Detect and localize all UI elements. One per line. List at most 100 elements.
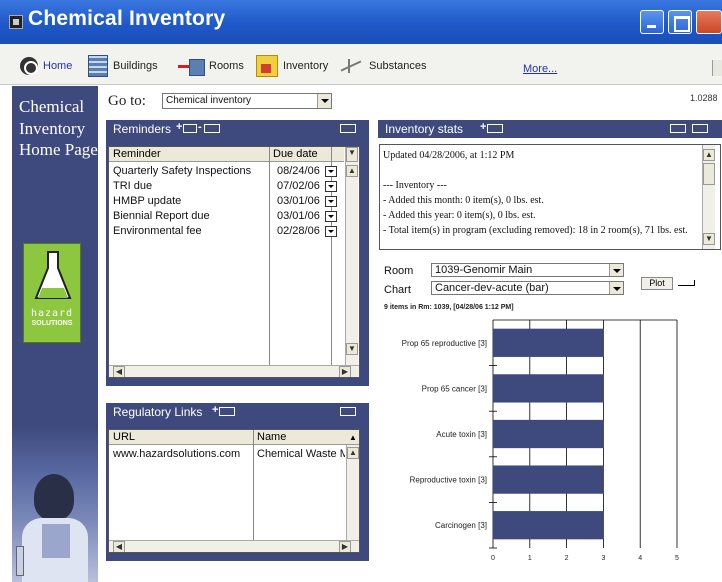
chart-select[interactable]: Cancer-dev-acute (bar) — [431, 281, 624, 295]
window-title: Chemical Inventory — [28, 7, 226, 30]
rooms-label: Rooms — [209, 60, 244, 72]
date-picker-button[interactable] — [325, 181, 337, 192]
chart-x-tick-label: 0 — [491, 555, 495, 562]
page-title: Chemical Inventory Home Page — [19, 97, 98, 159]
left-nav: Chemical Inventory Home Page hazard SOLU… — [12, 86, 98, 582]
reminders-grid: Reminder Due date ▼ ▲ ▼ ◀ ▶ Quarterly Sa… — [108, 146, 360, 378]
flask-icon — [34, 251, 72, 299]
chevron-down-icon[interactable] — [317, 94, 331, 108]
scroll-down-button[interactable]: ▼ — [346, 343, 358, 355]
chevron-down-icon[interactable] — [609, 264, 623, 276]
regulatory-links-title: Regulatory Links — [113, 405, 203, 419]
date-picker-button[interactable] — [325, 166, 337, 177]
sort-icon[interactable]: ▲ — [349, 433, 357, 442]
expand-button[interactable] — [487, 124, 503, 133]
stats-line: --- Inventory --- — [383, 180, 447, 191]
stats-line: - Added this month: 0 item(s), 0 lbs. es… — [383, 195, 544, 206]
substances-button[interactable]: Substances — [338, 57, 426, 75]
date-picker-button[interactable] — [325, 211, 337, 222]
scroll-thumb[interactable] — [703, 163, 715, 185]
regulatory-link-url[interactable]: www.hazardsolutions.com — [113, 448, 240, 460]
molecule-icon — [338, 57, 364, 75]
date-picker-button[interactable] — [325, 226, 337, 237]
plot-button[interactable]: Plot — [641, 277, 673, 290]
chart-bar — [493, 419, 604, 449]
reminders-vertical-scrollbar[interactable]: ▼ ▲ ▼ — [345, 147, 358, 365]
building-icon — [88, 55, 108, 77]
scroll-right-button[interactable]: ▶ — [339, 366, 351, 377]
inventory-icon — [256, 55, 278, 77]
close-button[interactable] — [696, 10, 722, 34]
panel-menu-button[interactable] — [670, 124, 686, 133]
scroll-up-button[interactable]: ▲ — [347, 447, 359, 459]
scroll-down-button[interactable]: ▼ — [703, 233, 715, 245]
panel-menu-button[interactable] — [340, 124, 356, 133]
logo-text-hazard: hazard — [30, 308, 74, 319]
reminders-title: Reminders — [113, 122, 172, 136]
stats-line: - Total item(s) in program (excluding re… — [383, 225, 688, 236]
regulatory-horizontal-scrollbar[interactable]: ◀ ▶ — [109, 540, 359, 552]
buildings-label: Buildings — [113, 60, 158, 72]
column-reminder[interactable]: Reminder — [113, 148, 161, 160]
logo-text-solutions: SOLUTIONS — [31, 320, 73, 327]
app-icon[interactable] — [9, 15, 23, 29]
version-number: 1.0288 — [690, 93, 718, 103]
collapse-button[interactable] — [204, 124, 220, 133]
rooms-icon — [178, 57, 205, 76]
panel-menu-button-2[interactable] — [692, 124, 708, 133]
goto-select[interactable]: Chemical inventory — [162, 93, 332, 109]
chart-legend-line — [678, 285, 694, 286]
chart-label: Chart — [384, 284, 411, 296]
chevron-down-icon[interactable] — [609, 282, 623, 294]
stats-line: - Added this year: 0 item(s), 0 lbs. est… — [383, 210, 536, 221]
reminder-due[interactable]: 03/01/06 — [277, 195, 320, 207]
hazard-solutions-logo: hazard SOLUTIONS — [23, 243, 81, 343]
goto-selected-value: Chemical inventory — [166, 95, 252, 106]
reminders-header: Reminders + - — [106, 120, 369, 138]
reminder-name: TRI due — [113, 180, 153, 192]
filter-icon[interactable]: ▼ — [346, 147, 358, 162]
chart-selected-value: Cancer-dev-acute (bar) — [435, 282, 549, 294]
scroll-up-button[interactable]: ▲ — [346, 165, 358, 177]
reminder-due[interactable]: 07/02/06 — [277, 180, 320, 192]
chart-x-tick-label: 3 — [601, 555, 605, 562]
bar-chart: 9 items in Rm: 1039, [04/28/06 1:12 PM] … — [384, 304, 679, 562]
inventory-button[interactable]: Inventory — [256, 55, 328, 77]
regulatory-vertical-scrollbar[interactable]: ▲ — [346, 445, 359, 540]
reminder-due[interactable]: 03/01/06 — [277, 210, 320, 222]
scroll-up-button[interactable]: ▲ — [703, 149, 715, 161]
chart-category-label: Prop 65 cancer [3] — [422, 384, 487, 393]
home-label: Home — [43, 60, 73, 72]
date-picker-button[interactable] — [325, 196, 337, 207]
scroll-right-button[interactable]: ▶ — [339, 541, 351, 552]
inventory-stats-text: Updated 04/28/2006, at 1:12 PM --- Inven… — [383, 148, 701, 238]
chart-x-tick-label: 5 — [675, 555, 679, 562]
scroll-left-button[interactable]: ◀ — [113, 541, 125, 552]
toolbar-scroll-button[interactable] — [712, 60, 722, 76]
stats-vertical-scrollbar[interactable]: ▲ ▼ — [702, 145, 715, 249]
regulatory-grid-header: URL Name ▲ — [109, 430, 359, 445]
maximize-button[interactable] — [668, 10, 692, 34]
rooms-button[interactable]: Rooms — [178, 57, 244, 76]
column-due-date[interactable]: Due date — [273, 148, 318, 160]
inventory-stats-text-box[interactable]: Updated 04/28/2006, at 1:12 PM --- Inven… — [379, 144, 721, 250]
expand-button[interactable] — [183, 124, 197, 133]
reminders-horizontal-scrollbar[interactable]: ◀ ▶ — [109, 365, 359, 377]
more-link[interactable]: More... — [523, 63, 557, 75]
room-select[interactable]: 1039-Genomir Main — [431, 263, 624, 277]
buildings-button[interactable]: Buildings — [88, 55, 158, 77]
column-name[interactable]: Name — [257, 431, 286, 443]
column-url[interactable]: URL — [113, 431, 135, 443]
chart-bar — [493, 511, 604, 540]
expand-button[interactable] — [219, 407, 235, 416]
reminder-name: Biennial Report due — [113, 210, 210, 222]
panel-menu-button[interactable] — [340, 407, 356, 416]
reminder-due[interactable]: 08/24/06 — [277, 165, 320, 177]
room-label: Room — [384, 265, 414, 277]
scroll-left-button[interactable]: ◀ — [113, 366, 125, 377]
reminder-due[interactable]: 02/28/06 — [277, 225, 320, 237]
title-bar: Chemical Inventory — [0, 0, 722, 44]
home-button[interactable]: Home — [20, 57, 72, 75]
chart-bar — [493, 328, 604, 357]
minimize-button[interactable] — [640, 10, 664, 34]
